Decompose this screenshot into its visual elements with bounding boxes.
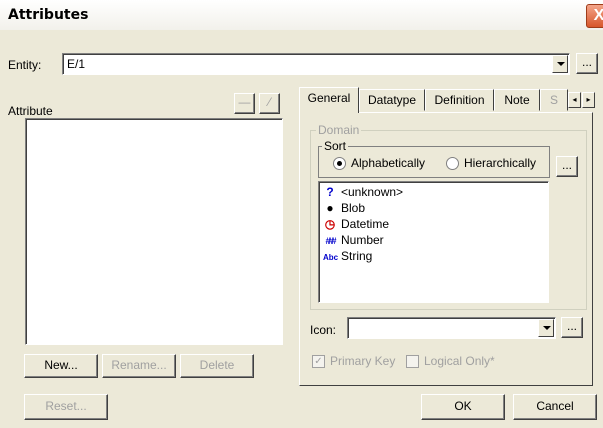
entity-dropdown-arrow[interactable]: [552, 55, 568, 73]
title-bar: Attributes X: [0, 0, 603, 30]
list-item-label: String: [341, 249, 373, 263]
attributes-dialog: Attributes X Entity: E/1 ... Attribute —…: [0, 0, 603, 428]
primary-key-label[interactable]: Primary Key: [330, 354, 395, 368]
list-item[interactable]: Abc String: [323, 248, 372, 264]
attribute-label: Attribute: [8, 104, 53, 118]
attribute-toolbar-button-2[interactable]: ⁄: [259, 93, 280, 114]
number-icon: ###: [325, 236, 336, 246]
alphabetically-label[interactable]: Alphabetically: [351, 156, 425, 170]
attribute-toolbar-button-1[interactable]: —: [234, 93, 255, 114]
hierarchically-radio[interactable]: [446, 157, 459, 170]
tab-scroll-left-button[interactable]: ◂: [568, 92, 581, 108]
tab-general[interactable]: General: [299, 87, 359, 113]
list-item-label: Datetime: [341, 217, 390, 231]
logical-only-checkbox[interactable]: [406, 355, 419, 368]
tab-note[interactable]: Note: [494, 89, 540, 111]
cancel-button[interactable]: Cancel: [513, 394, 597, 420]
attribute-listbox[interactable]: [25, 118, 283, 345]
string-icon: Abc: [323, 253, 339, 262]
alphabetically-radio[interactable]: [333, 157, 346, 170]
ok-button[interactable]: OK: [421, 394, 505, 420]
question-mark-icon: ?: [326, 185, 334, 199]
icon-label: Icon:: [310, 323, 337, 337]
rename-attribute-button[interactable]: Rename...: [102, 354, 176, 378]
chevron-right-icon: ▸: [586, 95, 591, 104]
clock-icon: ◷: [324, 217, 336, 231]
reset-button[interactable]: Reset...: [24, 394, 108, 420]
close-button[interactable]: X: [586, 4, 603, 28]
domain-listbox[interactable]: ? <unknown> ● Blob ◷ Datetime ### Number Abc…: [318, 181, 549, 303]
icon-browse-button[interactable]: ...: [561, 317, 583, 338]
logical-only-label[interactable]: Logical Only*: [424, 354, 495, 368]
tab-scroll-right-button[interactable]: ▸: [582, 92, 595, 108]
domain-group-label: Domain: [316, 123, 362, 137]
list-item-label: <unknown>: [341, 185, 404, 199]
primary-key-checkbox[interactable]: ✓: [312, 355, 325, 368]
list-item[interactable]: ● Blob: [323, 200, 365, 216]
entity-combobox[interactable]: E/1: [62, 53, 570, 75]
delete-attribute-button[interactable]: Delete: [180, 354, 254, 378]
close-icon: X: [593, 7, 603, 24]
list-item-label: Number: [341, 233, 384, 247]
entity-label: Entity:: [8, 58, 42, 72]
new-attribute-button[interactable]: New...: [24, 354, 98, 378]
list-item-label: Blob: [341, 201, 366, 215]
sort-browse-button[interactable]: ...: [556, 156, 578, 177]
tab-datatype[interactable]: Datatype: [359, 89, 425, 111]
chevron-left-icon: ◂: [572, 95, 577, 104]
list-item[interactable]: ### Number: [323, 232, 384, 248]
tab-partial[interactable]: S: [540, 89, 568, 111]
list-item[interactable]: ? <unknown>: [323, 184, 403, 200]
entity-value: E/1: [67, 57, 86, 71]
icon-dropdown-arrow[interactable]: [538, 319, 554, 337]
hierarchically-label[interactable]: Hierarchically: [464, 156, 536, 170]
window-title: Attributes: [8, 7, 89, 23]
blob-icon: ●: [326, 201, 334, 215]
sort-group-label: Sort: [322, 139, 349, 153]
tab-definition[interactable]: Definition: [425, 89, 494, 111]
list-item[interactable]: ◷ Datetime: [323, 216, 389, 232]
entity-browse-button[interactable]: ...: [576, 53, 598, 74]
icon-combobox[interactable]: [347, 317, 556, 339]
